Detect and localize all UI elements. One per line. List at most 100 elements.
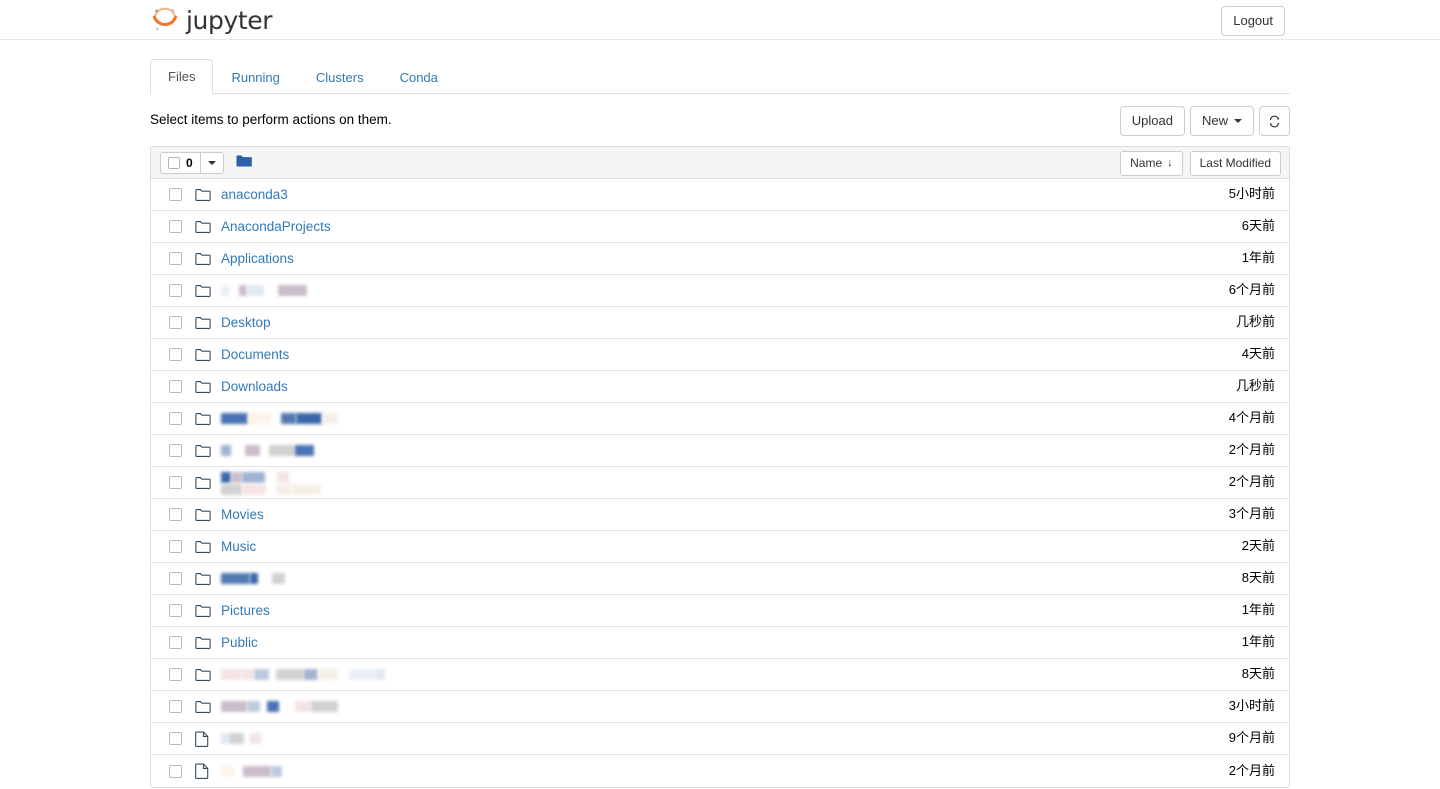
modified-time: 2个月前 <box>1229 474 1275 491</box>
folder-icon <box>195 219 211 235</box>
row-checkbox[interactable] <box>169 412 182 425</box>
file-list-row[interactable]: 2个月前 <box>151 467 1289 499</box>
row-checkbox[interactable] <box>169 252 182 265</box>
file-list-row[interactable]: 4个月前 <box>151 403 1289 435</box>
file-list-row[interactable]: 2个月前 <box>151 435 1289 467</box>
new-dropdown-button[interactable]: New <box>1190 106 1254 136</box>
row-checkbox[interactable] <box>169 765 182 778</box>
redacted-filename[interactable] <box>221 730 261 748</box>
row-checkbox[interactable] <box>169 540 182 553</box>
file-list-row[interactable]: 8天前 <box>151 563 1289 595</box>
redacted-filename[interactable] <box>221 570 285 588</box>
file-name-link[interactable]: Music <box>221 538 256 556</box>
row-checkbox[interactable] <box>169 572 182 585</box>
file-list-row[interactable]: Desktop几秒前 <box>151 307 1289 339</box>
file-list-row[interactable]: Downloads 几秒前 <box>151 371 1289 403</box>
row-checkbox[interactable] <box>169 220 182 233</box>
file-list-row[interactable]: anaconda35小时前 <box>151 179 1289 211</box>
folder-icon <box>195 379 211 395</box>
modified-time: 3小时前 <box>1229 698 1275 715</box>
row-checkbox[interactable] <box>169 636 182 649</box>
file-list-row[interactable]: Pictures 1年前 <box>151 595 1289 627</box>
modified-time: 1年前 <box>1242 250 1275 267</box>
top-navbar: jupyter Logout <box>0 0 1440 40</box>
redacted-filename[interactable] <box>221 666 385 684</box>
row-checkbox[interactable] <box>169 668 182 681</box>
folder-icon <box>195 571 211 587</box>
redacted-filename[interactable] <box>221 282 307 300</box>
folder-icon <box>195 603 211 619</box>
actions-button-group: Upload New <box>1120 106 1290 136</box>
upload-button[interactable]: Upload <box>1120 106 1185 136</box>
modified-time: 9个月前 <box>1229 730 1275 747</box>
modified-time: 1年前 <box>1242 634 1275 651</box>
sort-button-group: Name ↓ Last Modified <box>1120 151 1281 176</box>
select-all-checkbox[interactable] <box>168 157 180 169</box>
file-name-link[interactable]: Downloads <box>221 378 288 396</box>
breadcrumb-root-link[interactable] <box>236 154 252 171</box>
folder-icon <box>195 283 211 299</box>
file-name-link[interactable]: Desktop <box>221 314 271 332</box>
file-list-row[interactable]: 9个月前 <box>151 723 1289 755</box>
row-checkbox[interactable] <box>169 188 182 201</box>
sort-name-label: Name <box>1130 155 1162 172</box>
refresh-button[interactable] <box>1259 106 1290 136</box>
file-name-link[interactable]: Public <box>221 634 258 652</box>
row-checkbox[interactable] <box>169 604 182 617</box>
file-list-header: 0 Name ↓ Last Modified <box>151 147 1289 179</box>
tab-running[interactable]: Running <box>213 60 297 94</box>
file-name-link[interactable]: anaconda3 <box>221 186 288 204</box>
file-list-row[interactable]: Music2天前 <box>151 531 1289 563</box>
row-checkbox[interactable] <box>169 444 182 457</box>
redacted-filename[interactable] <box>221 698 338 716</box>
file-name-link[interactable]: AnacondaProjects <box>221 218 331 236</box>
folder-icon <box>195 539 211 555</box>
row-checkbox[interactable] <box>169 700 182 713</box>
file-list-row[interactable]: 6个月前 <box>151 275 1289 307</box>
folder-icon <box>195 667 211 683</box>
row-checkbox[interactable] <box>169 476 182 489</box>
arrow-down-icon: ↓ <box>1167 158 1173 169</box>
sort-by-modified-button[interactable]: Last Modified <box>1190 151 1281 176</box>
file-list-row[interactable]: 3小时前 <box>151 691 1289 723</box>
jupyter-brand[interactable]: jupyter <box>151 4 272 36</box>
logout-button[interactable]: Logout <box>1221 6 1285 36</box>
file-list-row[interactable]: 8天前 <box>151 659 1289 691</box>
file-list-row[interactable]: Documents 4天前 <box>151 339 1289 371</box>
folder-icon <box>195 475 211 491</box>
folder-icon <box>195 507 211 523</box>
row-checkbox[interactable] <box>169 348 182 361</box>
file-name-link[interactable]: Documents <box>221 346 289 364</box>
row-checkbox[interactable] <box>169 508 182 521</box>
modified-time: 1年前 <box>1242 602 1275 619</box>
row-checkbox[interactable] <box>169 316 182 329</box>
redacted-filename[interactable] <box>221 442 314 460</box>
tab-conda[interactable]: Conda <box>382 60 456 94</box>
refresh-icon <box>1268 115 1281 128</box>
modified-time: 4个月前 <box>1229 410 1275 427</box>
file-list-row[interactable]: Movies3个月前 <box>151 499 1289 531</box>
row-checkbox[interactable] <box>169 380 182 393</box>
file-list-row[interactable]: Public 1年前 <box>151 627 1289 659</box>
tab-files[interactable]: Files <box>150 59 213 94</box>
redacted-filename[interactable] <box>221 472 321 494</box>
file-name-link[interactable]: Applications <box>221 250 294 268</box>
modified-time: 几秒前 <box>1236 378 1275 395</box>
redacted-filename[interactable] <box>221 762 282 780</box>
main-tab-bar: Files Running Clusters Conda <box>150 61 1290 94</box>
row-checkbox[interactable] <box>169 284 182 297</box>
chevron-down-icon <box>1234 119 1242 123</box>
file-name-link[interactable]: Pictures <box>221 602 270 620</box>
file-list-row[interactable]: 2个月前 <box>151 755 1289 787</box>
sort-by-name-button[interactable]: Name ↓ <box>1120 151 1183 176</box>
file-name-link[interactable]: Movies <box>221 506 264 524</box>
file-list-row[interactable]: AnacondaProjects6天前 <box>151 211 1289 243</box>
select-dropdown-button[interactable] <box>200 152 224 174</box>
tab-clusters[interactable]: Clusters <box>298 60 382 94</box>
file-list-body: anaconda35小时前AnacondaProjects6天前Applicat… <box>151 179 1289 787</box>
modified-time: 4天前 <box>1242 346 1275 363</box>
redacted-filename[interactable] <box>221 410 338 428</box>
file-list-row[interactable]: Applications 1年前 <box>151 243 1289 275</box>
row-checkbox[interactable] <box>169 732 182 745</box>
chevron-down-icon <box>208 161 216 165</box>
